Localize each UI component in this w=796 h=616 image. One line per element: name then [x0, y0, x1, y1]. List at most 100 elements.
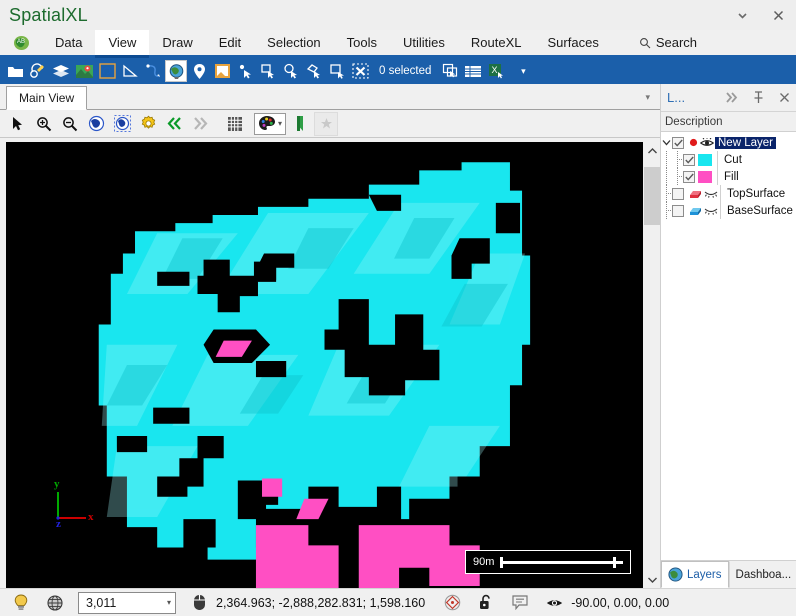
select-point-icon[interactable] — [234, 60, 256, 82]
layers-stack-icon[interactable] — [50, 60, 72, 82]
tree-item-label: BaseSurface — [727, 204, 793, 217]
tree-item-new-layer[interactable]: New Layer — [661, 134, 796, 151]
menu-label: Surfaces — [547, 35, 599, 50]
menu-item-data[interactable]: Data — [42, 30, 95, 55]
main-toolbar: 0 selected X ▾ — [0, 58, 796, 84]
surface-red-icon[interactable] — [687, 188, 703, 199]
zoom-out-icon[interactable] — [58, 112, 82, 136]
layer-visibility-checkbox[interactable] — [672, 136, 684, 149]
tab-main-view[interactable]: Main View — [6, 86, 88, 110]
snap-target-icon[interactable] — [435, 591, 469, 615]
tree-line — [672, 151, 683, 168]
menu-item-view[interactable]: View — [95, 30, 150, 58]
viewport-vertical-scrollbar[interactable] — [643, 142, 660, 588]
close-button[interactable] — [760, 0, 796, 30]
menu-item-draw[interactable]: Draw — [149, 30, 205, 55]
attribute-table-icon[interactable] — [462, 60, 484, 82]
expand-right-icon[interactable] — [720, 86, 744, 110]
select-circle-icon[interactable] — [280, 60, 302, 82]
view-angle-readout: -90.00, 0.00, 0.00 — [571, 595, 670, 610]
globe-icon[interactable] — [165, 60, 187, 82]
menu-item-tools[interactable]: Tools — [334, 30, 390, 55]
fill-color-swatch[interactable] — [698, 170, 712, 183]
open-folder-icon[interactable] — [4, 60, 26, 82]
zoom-selection-globe-icon[interactable] — [110, 112, 134, 136]
scrollbar-track[interactable] — [644, 159, 660, 571]
tab-overflow-chevron-down-icon[interactable]: ▾ — [645, 92, 650, 103]
menu-label: Selection — [267, 35, 321, 50]
app-logo-button[interactable]: AB — [0, 30, 42, 55]
tree-line — [661, 168, 672, 185]
pin-icon[interactable] — [746, 86, 770, 110]
view-settings-gear-icon[interactable] — [136, 112, 160, 136]
tree-item-fill[interactable]: Fill — [661, 168, 796, 185]
cut-color-swatch[interactable] — [698, 153, 712, 166]
select-polygon-icon[interactable] — [303, 60, 325, 82]
menu-item-surfaces[interactable]: Surfaces — [535, 30, 612, 55]
export-excel-icon[interactable]: X — [485, 60, 507, 82]
lightbulb-icon[interactable] — [4, 591, 38, 615]
menu-item-routexl[interactable]: RouteXL — [458, 30, 535, 55]
select-inside-icon[interactable] — [326, 60, 348, 82]
polyline-tool-icon[interactable] — [142, 60, 164, 82]
search-box[interactable]: Search — [626, 30, 710, 55]
eye-hidden-icon[interactable] — [703, 206, 719, 215]
tab-dashboard[interactable]: Dashboa... — [728, 561, 796, 588]
previous-view-icon[interactable] — [162, 112, 186, 136]
scale-dropdown[interactable]: 3,011 ▾ — [78, 591, 176, 614]
sublayer-visibility-checkbox[interactable] — [683, 170, 695, 183]
map-image-icon[interactable] — [73, 60, 95, 82]
bookmark-flag-icon[interactable] — [288, 112, 312, 136]
close-icon[interactable] — [772, 86, 796, 110]
scrollbar-thumb[interactable] — [644, 167, 660, 225]
surface-blue-icon[interactable] — [687, 205, 703, 216]
map-canvas[interactable]: y x z 90m — [6, 142, 643, 588]
tree-item-cut[interactable]: Cut — [661, 151, 796, 168]
note-icon[interactable] — [211, 60, 233, 82]
annotation-icon[interactable] — [503, 591, 537, 615]
overflow-caret-icon[interactable]: ▾ — [515, 60, 531, 82]
project-settings-icon[interactable] — [27, 60, 49, 82]
menu-item-selection[interactable]: Selection — [254, 30, 333, 55]
clear-selection-icon[interactable] — [349, 60, 371, 82]
eye-hidden-icon[interactable] — [703, 189, 719, 198]
record-dot-icon[interactable] — [687, 138, 699, 147]
scale-bar-graphic — [500, 556, 623, 568]
next-view-icon[interactable] — [188, 112, 212, 136]
wireframe-globe-icon[interactable] — [38, 591, 72, 615]
tree-item-basesurface[interactable]: BaseSurface — [661, 202, 796, 219]
duplicate-selection-icon[interactable] — [439, 60, 461, 82]
zoom-in-icon[interactable] — [32, 112, 56, 136]
place-marker-icon[interactable] — [188, 60, 210, 82]
menu-item-edit[interactable]: Edit — [206, 30, 254, 55]
pointer-arrow-icon[interactable] — [6, 112, 30, 136]
sublayer-visibility-checkbox[interactable] — [683, 153, 695, 166]
minimize-button[interactable] — [724, 0, 760, 30]
tab-layers[interactable]: Layers — [661, 561, 729, 588]
palette-dropdown-caret-icon[interactable]: ▾ — [278, 119, 282, 128]
tree-item-topsurface[interactable]: TopSurface — [661, 185, 796, 202]
eye-visible-icon[interactable] — [699, 137, 715, 148]
layers-panel: L... Description New Layer Cut Fill TopS… — [660, 84, 796, 588]
view-toolbar: ▾ — [0, 110, 660, 138]
boundary-icon[interactable] — [96, 60, 118, 82]
color-palette-dropdown[interactable]: ▾ — [254, 112, 287, 135]
unlocked-padlock-icon[interactable] — [469, 591, 503, 615]
collapse-icon[interactable] — [661, 134, 672, 151]
eye-visible-icon[interactable] — [537, 591, 571, 615]
measure-angle-icon[interactable] — [119, 60, 141, 82]
layer-visibility-checkbox[interactable] — [672, 204, 684, 217]
menu-label: View — [108, 35, 137, 50]
column-header-description: Description — [665, 115, 723, 128]
chevron-down-icon[interactable]: ▾ — [167, 598, 171, 607]
menu-item-utilities[interactable]: Utilities — [390, 30, 458, 55]
content-area: Main View ▾ ▾ y x z 90m L... Description… — [0, 84, 796, 588]
select-rectangle-icon[interactable] — [257, 60, 279, 82]
grid-icon[interactable] — [223, 112, 247, 136]
scroll-down-chevron-down-icon[interactable] — [644, 571, 660, 588]
scroll-up-chevron-up-icon[interactable] — [644, 142, 660, 159]
axis-label-z: z — [56, 518, 61, 530]
layer-visibility-checkbox[interactable] — [672, 187, 684, 200]
zoom-extents-globe-icon[interactable] — [84, 112, 108, 136]
tree-line — [661, 151, 672, 168]
